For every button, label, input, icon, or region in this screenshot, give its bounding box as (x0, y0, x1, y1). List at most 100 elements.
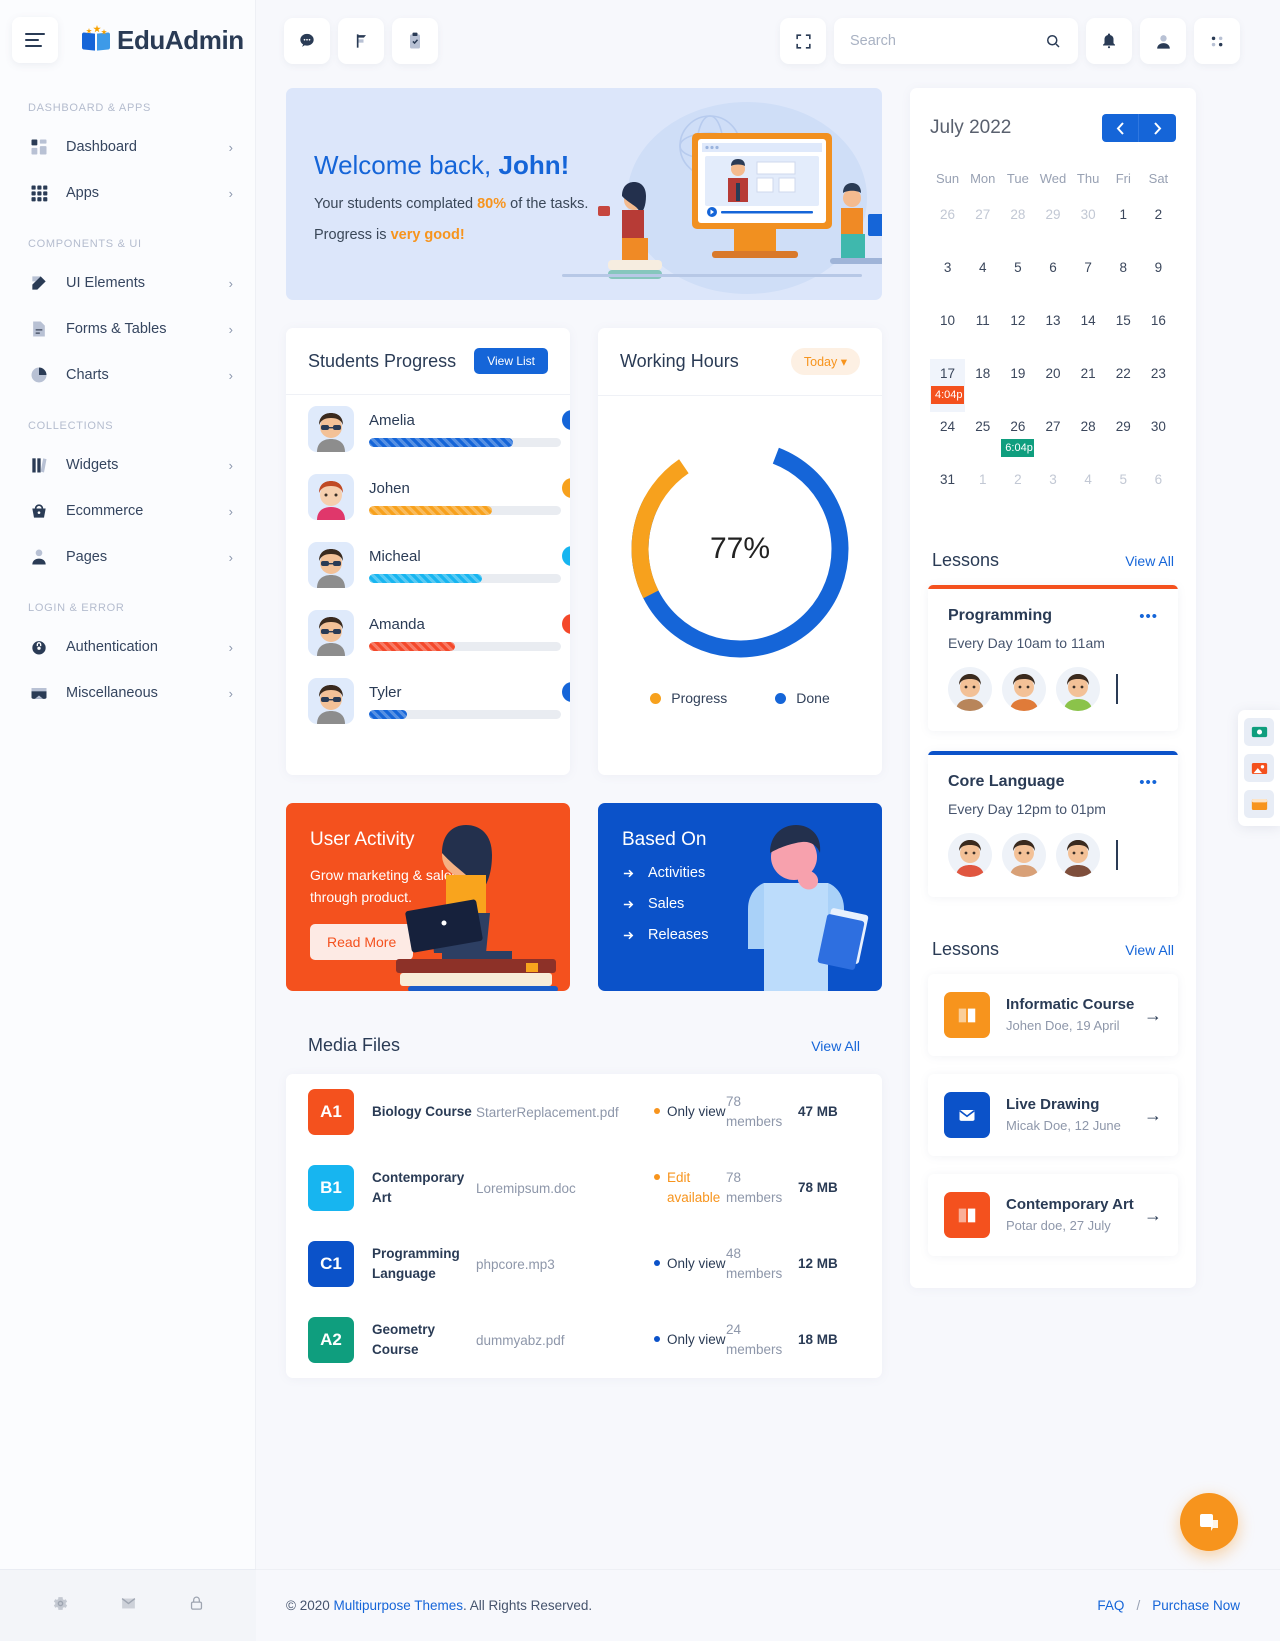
search-icon[interactable] (1044, 32, 1062, 50)
table-row[interactable]: A2 Geometry Course dummyabz.pdf Only view 24… (286, 1302, 882, 1378)
sidebar-item-ecommerce[interactable]: Ecommerce › (0, 488, 255, 534)
avatar[interactable] (948, 833, 992, 877)
calendar-day-cell[interactable]: 19 (1000, 359, 1035, 412)
student-row[interactable]: Johen 64% (286, 463, 570, 531)
table-row[interactable]: C1 Programming Language phpcore.mp3 Only vi… (286, 1226, 882, 1302)
calendar-day-cell[interactable]: 6 (1035, 253, 1070, 306)
calendar-day-cell[interactable]: 5 (1106, 465, 1141, 518)
lesson-card[interactable]: Core Language ••• Every Day 12pm to 01pm (928, 751, 1178, 897)
search-input[interactable] (850, 33, 1044, 49)
avatar[interactable] (948, 667, 992, 711)
profile-button[interactable] (1140, 18, 1186, 64)
arrow-right-icon[interactable]: → (1144, 1205, 1162, 1226)
calendar-day-cell[interactable]: 2 (1000, 465, 1035, 518)
calendar-day-cell[interactable]: 24 (930, 412, 965, 465)
calendar-day-cell[interactable]: 26 (930, 200, 965, 253)
arrow-right-icon[interactable]: → (1144, 1105, 1162, 1126)
signpost-icon-button[interactable] (338, 18, 384, 64)
calendar-day-cell[interactable]: 15 (1106, 306, 1141, 359)
calendar-day-cell[interactable]: 9 (1141, 253, 1176, 306)
calendar-day-cell[interactable]: 30 (1141, 412, 1176, 465)
calendar-day-cell[interactable]: 11 (965, 306, 1000, 359)
calendar-day-cell[interactable]: 1 (965, 465, 1000, 518)
calendar-day-cell[interactable]: 7 (1071, 253, 1106, 306)
calendar-event[interactable]: 6:04p (1001, 439, 1035, 457)
calendar-day-cell[interactable]: 28 (1000, 200, 1035, 253)
calendar-day-cell[interactable]: 23 (1141, 359, 1176, 412)
calendar-day-cell[interactable]: 29 (1035, 200, 1070, 253)
calendar-day-cell[interactable]: 4 (965, 253, 1000, 306)
calendar-day-cell[interactable]: 31 (930, 465, 965, 518)
search-box[interactable] (834, 18, 1078, 64)
arrow-right-icon[interactable]: → (1144, 1005, 1162, 1026)
sidebar-item-dashboard[interactable]: Dashboard › (0, 124, 255, 170)
student-row[interactable]: Tyler 20% (286, 667, 570, 735)
calendar-day-cell[interactable]: 3 (930, 253, 965, 306)
chat-fab-button[interactable] (1180, 1493, 1238, 1551)
calendar-day-cell[interactable]: 10 (930, 306, 965, 359)
calendar-day-cell[interactable]: 1 (1106, 200, 1141, 253)
footer-purchase-link[interactable]: Purchase Now (1152, 1598, 1240, 1613)
list-item[interactable]: Informatic Course Johen Doe, 19 April → (928, 974, 1178, 1056)
lock-icon[interactable] (188, 1595, 205, 1617)
calendar-day-cell[interactable]: 30 (1071, 200, 1106, 253)
image-icon-button[interactable] (1244, 754, 1274, 782)
money-icon-button[interactable] (1244, 718, 1274, 746)
footer-faq-link[interactable]: FAQ (1097, 1598, 1124, 1613)
student-row[interactable]: Amanda 45% (286, 599, 570, 667)
sidebar-item-authentication[interactable]: Authentication › (0, 624, 255, 670)
chat-icon-button[interactable] (284, 18, 330, 64)
browser-icon-button[interactable] (1244, 790, 1274, 818)
calendar-day-cell[interactable]: 4 (1071, 465, 1106, 518)
table-row[interactable]: A1 Biology Course StarterReplacement.pdf On… (286, 1074, 882, 1150)
gear-icon[interactable] (52, 1595, 69, 1617)
avatar[interactable] (1002, 833, 1046, 877)
sidebar-item-ui-elements[interactable]: UI Elements › (0, 260, 255, 306)
brand-logo[interactable]: EduAdmin (82, 25, 244, 56)
calendar-day-cell[interactable]: 8 (1106, 253, 1141, 306)
calendar-day-cell[interactable]: 12 (1000, 306, 1035, 359)
calendar-day-cell[interactable]: 20 (1035, 359, 1070, 412)
list-item[interactable]: Live Drawing Micak Doe, 12 June → (928, 1074, 1178, 1156)
calendar-day-cell[interactable]: 25 (965, 412, 1000, 465)
calendar-day-cell[interactable]: 28 (1071, 412, 1106, 465)
calendar-day-cell[interactable]: 13 (1035, 306, 1070, 359)
avatar[interactable] (1056, 667, 1100, 711)
calendar-day-cell[interactable]: 16 (1141, 306, 1176, 359)
lesson-card[interactable]: Programming ••• Every Day 10am to 11am (928, 585, 1178, 731)
calendar-prev-button[interactable] (1102, 114, 1139, 142)
lessons-cards-view-all[interactable]: View All (1125, 553, 1174, 569)
avatar[interactable] (1002, 667, 1046, 711)
calendar-day-cell[interactable]: 14 (1071, 306, 1106, 359)
calendar-day-cell[interactable]: 29 (1106, 412, 1141, 465)
view-list-button[interactable]: View List (474, 348, 548, 374)
calendar-day-cell[interactable]: 27 (965, 200, 1000, 253)
fullscreen-button[interactable] (780, 18, 826, 64)
sidebar-item-pages[interactable]: Pages › (0, 534, 255, 580)
footer-brand-link[interactable]: Multipurpose Themes (333, 1598, 463, 1613)
calendar-day-cell[interactable]: 5 (1000, 253, 1035, 306)
clipboard-check-icon-button[interactable] (392, 18, 438, 64)
lessons-list-view-all[interactable]: View All (1125, 942, 1174, 958)
mail-icon[interactable] (120, 1595, 137, 1617)
sidebar-item-charts[interactable]: Charts › (0, 352, 255, 398)
calendar-day-cell[interactable]: 3 (1035, 465, 1070, 518)
sidebar-item-miscellaneous[interactable]: Miscellaneous › (0, 670, 255, 716)
student-row[interactable]: Micheal 59% (286, 531, 570, 599)
lesson-more-button[interactable]: ••• (1139, 608, 1158, 625)
avatar[interactable] (1056, 833, 1100, 877)
calendar-next-button[interactable] (1139, 114, 1176, 142)
sidebar-item-forms-tables[interactable]: Forms & Tables › (0, 306, 255, 352)
list-item[interactable]: Contemporary Art Potar doe, 27 July → (928, 1174, 1178, 1256)
student-row[interactable]: Amelia 75% (286, 395, 570, 463)
lesson-more-button[interactable]: ••• (1139, 774, 1158, 791)
calendar-day-cell[interactable]: 26 6:04p (1000, 412, 1035, 465)
settings-dots-button[interactable] (1194, 18, 1240, 64)
table-row[interactable]: B1 Contemporary Art Loremipsum.doc Edit ava… (286, 1150, 882, 1226)
calendar-day-cell[interactable]: 2 (1141, 200, 1176, 253)
calendar-day-cell[interactable]: 22 (1106, 359, 1141, 412)
calendar-day-cell[interactable]: 27 (1035, 412, 1070, 465)
calendar-day-cell[interactable]: 17 4:04p (930, 359, 966, 412)
calendar-day-cell[interactable]: 21 (1071, 359, 1106, 412)
media-view-all-link[interactable]: View All (811, 1038, 860, 1054)
